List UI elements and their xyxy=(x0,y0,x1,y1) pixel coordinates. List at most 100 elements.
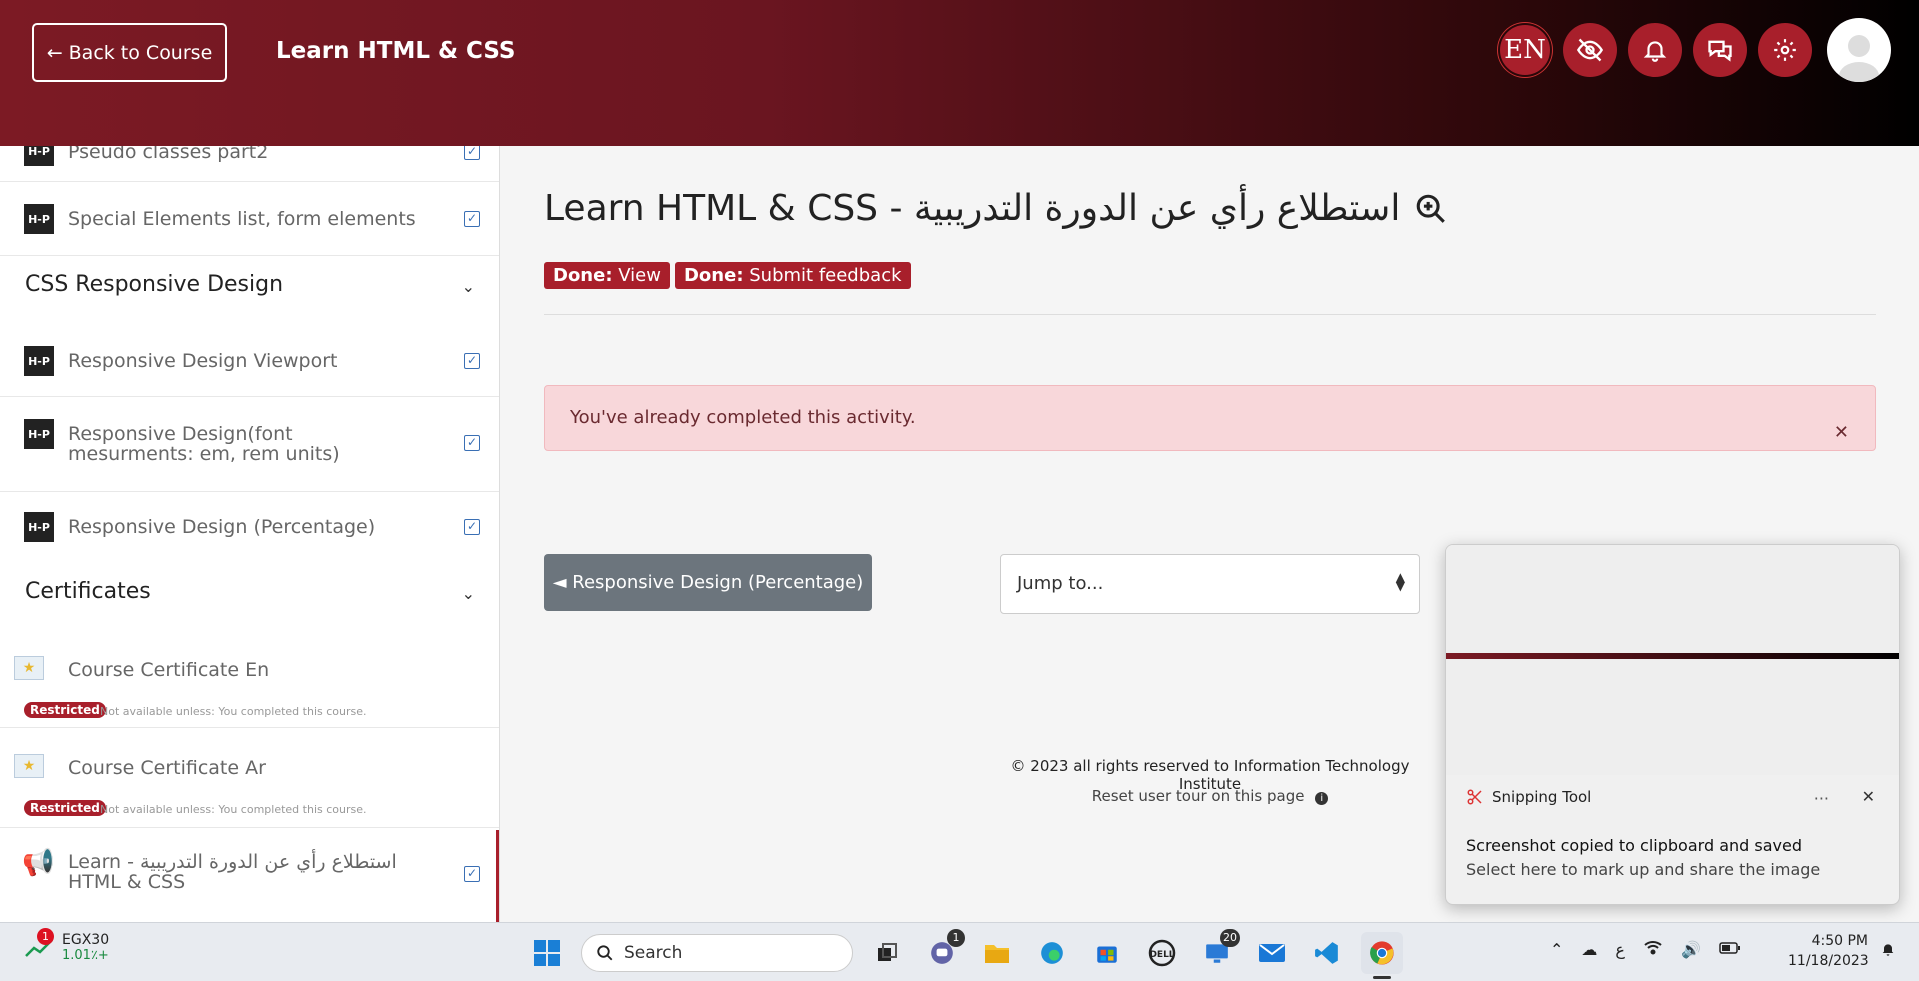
sidebar-item-percentage[interactable]: H-P Responsive Design (Percentage) ✓ xyxy=(0,492,499,562)
onedrive-icon[interactable]: ☁ xyxy=(1581,940,1597,959)
sidebar-item-feedback[interactable]: 📢 استطلاع رأي عن الدورة التدريبية - Lear… xyxy=(0,830,499,922)
sidebar-item-certificate-en[interactable]: ★ Course Certificate En Restricted Not a… xyxy=(0,630,499,728)
checkbox-checked-icon: ✓ xyxy=(464,353,480,369)
windows-logo-icon xyxy=(534,940,560,966)
reset-tour-link[interactable]: Reset user tour on this page i xyxy=(1000,787,1420,805)
h5p-icon: H-P xyxy=(24,146,54,166)
snipping-tool-notification[interactable]: Snipping Tool ··· ✕ Screenshot copied to… xyxy=(1445,544,1900,905)
info-icon: i xyxy=(1315,792,1329,805)
alert-text: You've already completed this activity. xyxy=(570,407,916,428)
sidebar-item-pseudo-classes[interactable]: H-P Pseudo classes part2 ✓ xyxy=(0,146,499,182)
app-badge: 20 xyxy=(1220,929,1240,947)
sidebar-item-label: Course Certificate Ar xyxy=(68,757,266,779)
h5p-icon: H-P xyxy=(24,346,54,376)
completion-badges: Done: View Done: Submit feedback xyxy=(544,262,911,289)
certificate-icon: ★ xyxy=(14,656,44,680)
clock-date: 11/18/2023 xyxy=(1788,953,1869,969)
close-icon[interactable]: ✕ xyxy=(1862,787,1875,806)
user-avatar[interactable] xyxy=(1827,18,1891,82)
toast-submessage: Select here to mark up and share the ima… xyxy=(1466,860,1821,879)
back-to-course-button[interactable]: ← Back to Course xyxy=(32,23,227,82)
system-tray: ⌃ ☁ ع 🔊 xyxy=(1550,939,1741,959)
restriction-note: Not available unless: You completed this… xyxy=(100,803,367,816)
jump-to-select[interactable]: Jump to... ▲ ▼ xyxy=(1000,554,1420,614)
zoom-in-icon[interactable] xyxy=(1414,192,1448,226)
restricted-badge: Restricted xyxy=(24,800,106,816)
stock-name: EGX30 xyxy=(62,932,110,948)
active-item-indicator xyxy=(496,830,499,922)
header-actions: EN xyxy=(1498,18,1891,82)
dell-app-icon[interactable]: DELL xyxy=(1141,932,1183,974)
sidebar-item-label: Pseudo classes part2 xyxy=(68,146,269,163)
sidebar-item-font-units[interactable]: H-P Responsive Design(font mesurments: e… xyxy=(0,397,499,492)
file-explorer-icon[interactable] xyxy=(976,932,1018,974)
sidebar-item-label: Special Elements list, form elements xyxy=(68,208,416,230)
clock-time: 4:50 PM xyxy=(1811,933,1868,949)
battery-icon[interactable] xyxy=(1719,940,1741,959)
certificate-icon: ★ xyxy=(14,754,44,778)
notification-bell-icon[interactable] xyxy=(1880,940,1896,963)
sidebar-item-viewport[interactable]: H-P Responsive Design Viewport ✓ xyxy=(0,322,499,397)
sidebar-item-label: Responsive Design (Percentage) xyxy=(68,516,376,538)
chevron-down-icon[interactable]: ⌄ xyxy=(462,277,475,296)
mail-icon[interactable] xyxy=(1251,932,1293,974)
course-index-sidebar: H-P Pseudo classes part2 ✓ H-P Special E… xyxy=(0,146,500,922)
stock-change: 1.01٪+ xyxy=(62,948,109,963)
section-css-responsive-design[interactable]: CSS Responsive Design xyxy=(25,272,283,297)
h5p-icon: H-P xyxy=(24,419,54,449)
edge-browser-icon[interactable] xyxy=(1031,932,1073,974)
restricted-badge: Restricted xyxy=(24,702,106,718)
microsoft-store-icon[interactable] xyxy=(1086,932,1128,974)
checkbox-checked-icon: ✓ xyxy=(464,435,480,451)
vscode-icon[interactable] xyxy=(1306,932,1348,974)
preview-header-strip xyxy=(1446,653,1899,659)
done-view-badge: Done: View xyxy=(544,262,670,289)
more-options-icon[interactable]: ··· xyxy=(1814,789,1829,808)
close-icon[interactable]: ✕ xyxy=(1834,422,1849,443)
taskbar-clock[interactable]: 4:50 PM 11/18/2023 xyxy=(1788,931,1869,971)
sidebar-item-special-elements[interactable]: H-P Special Elements list, form elements… xyxy=(0,182,499,256)
chat-badge: 1 xyxy=(947,929,965,947)
completed-alert: You've already completed this activity. … xyxy=(544,385,1876,451)
svg-text:DELL: DELL xyxy=(1149,950,1174,960)
messages-icon[interactable] xyxy=(1693,23,1747,77)
megaphone-icon: 📢 xyxy=(22,848,55,878)
windows-taskbar: 1 EGX30 1.01٪+ Search 1 DELL 20 ⌃ ☁ ع 🔊 … xyxy=(0,922,1919,981)
stock-widget[interactable]: 1 EGX30 1.01٪+ xyxy=(24,927,110,963)
sidebar-item-label: Responsive Design(font mesurments: em, r… xyxy=(68,423,340,465)
teams-chat-icon[interactable]: 1 xyxy=(921,929,965,974)
sidebar-item-certificate-ar[interactable]: ★ Course Certificate Ar Restricted Not a… xyxy=(0,728,499,828)
sidebar-item-label: استطلاع رأي عن الدورة التدريبية - Learn … xyxy=(68,851,397,893)
volume-icon[interactable]: 🔊 xyxy=(1681,940,1701,959)
notification-bell-icon[interactable] xyxy=(1628,23,1682,77)
top-header: ← Back to Course Learn HTML & CSS EN xyxy=(0,0,1919,146)
checkbox-checked-icon: ✓ xyxy=(464,866,480,882)
section-certificates[interactable]: Certificates xyxy=(25,579,151,604)
chevron-down-icon[interactable]: ⌄ xyxy=(462,584,475,603)
chrome-icon[interactable] xyxy=(1361,932,1403,979)
checkbox-checked-icon: ✓ xyxy=(464,146,480,160)
divider xyxy=(544,314,1876,315)
gear-icon[interactable] xyxy=(1758,23,1812,77)
toast-app-name: Snipping Tool xyxy=(1492,788,1592,806)
task-view-icon[interactable] xyxy=(866,932,908,974)
language-button[interactable]: EN xyxy=(1498,23,1552,77)
taskbar-search[interactable]: Search xyxy=(581,934,853,972)
previous-activity-button[interactable]: ◄ Responsive Design (Percentage) xyxy=(544,554,872,611)
h5p-icon: H-P xyxy=(24,204,54,234)
stock-badge: 1 xyxy=(37,927,54,945)
toast-message: Screenshot copied to clipboard and saved xyxy=(1466,836,1802,855)
input-language-indicator[interactable]: ع xyxy=(1615,940,1625,959)
scissors-icon xyxy=(1467,789,1482,805)
search-icon xyxy=(597,945,613,961)
remote-desktop-icon[interactable]: 20 xyxy=(1196,929,1240,974)
course-title: Learn HTML & CSS xyxy=(276,38,516,64)
start-button[interactable] xyxy=(526,932,568,974)
screenshot-preview[interactable] xyxy=(1446,545,1899,775)
checkbox-checked-icon: ✓ xyxy=(464,211,480,227)
page-title-text: استطلاع رأي عن الدورة التدريبية - Learn … xyxy=(544,188,1401,229)
wifi-icon[interactable] xyxy=(1643,939,1663,959)
chevron-up-icon[interactable]: ⌃ xyxy=(1550,940,1563,959)
eye-slash-icon[interactable] xyxy=(1563,23,1617,77)
h5p-icon: H-P xyxy=(24,512,54,542)
